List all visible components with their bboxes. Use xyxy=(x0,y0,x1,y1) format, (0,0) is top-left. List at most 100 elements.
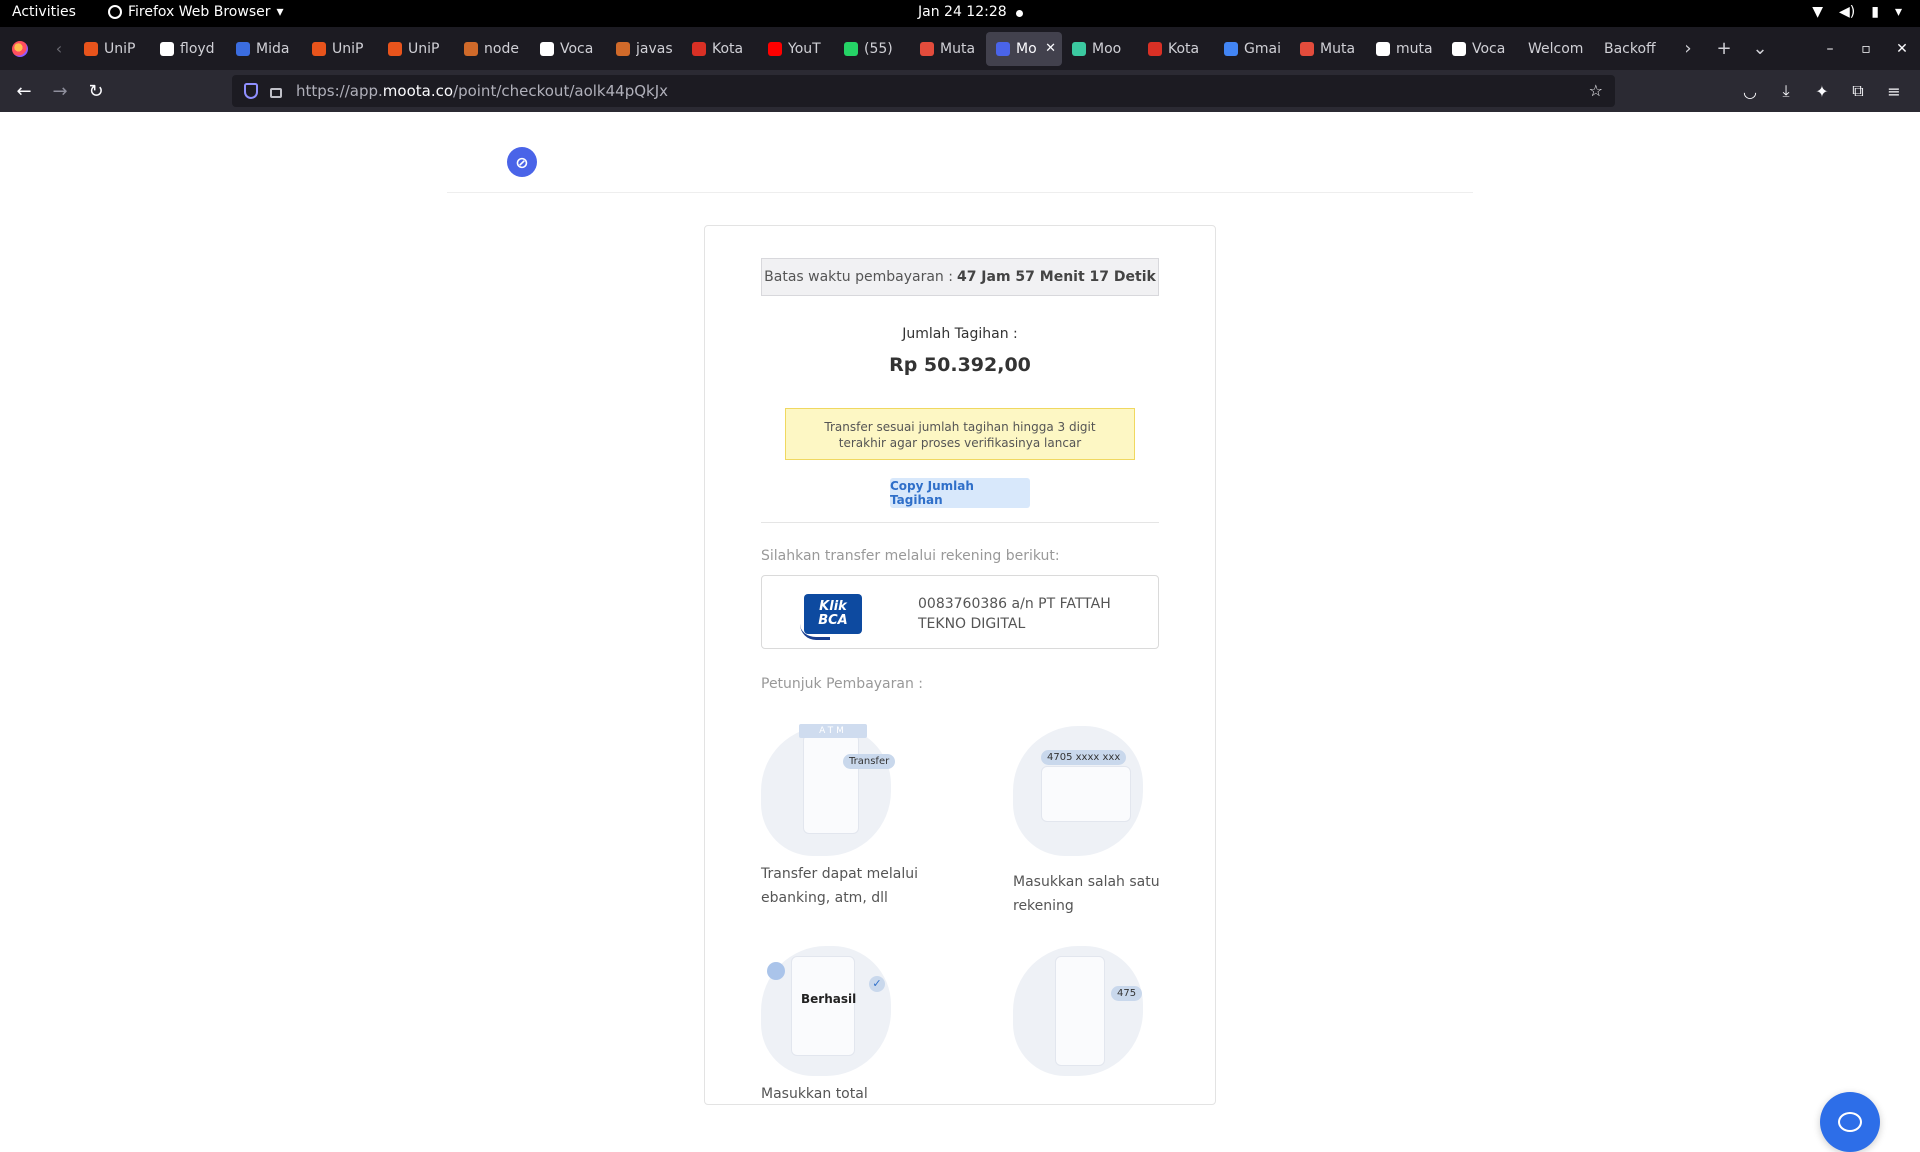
close-window-icon[interactable]: ✕ xyxy=(1884,41,1920,57)
payment-steps-label: Petunjuk Pembayaran : xyxy=(761,676,924,692)
tab-title: Welcom xyxy=(1528,40,1584,57)
tab-favicon-icon xyxy=(1072,41,1086,56)
tab-favicon-icon xyxy=(464,41,478,56)
pocket-icon[interactable]: ◡ xyxy=(1732,82,1768,101)
tab-title: UniP xyxy=(408,40,440,57)
scroll-tabs-right-icon[interactable]: › xyxy=(1670,38,1706,59)
bookmark-star-icon[interactable]: ☆ xyxy=(1589,81,1603,100)
tab-favicon-icon xyxy=(996,41,1010,56)
app-menu[interactable]: Firefox Web Browser ▾ xyxy=(108,4,284,20)
browser-tab[interactable]: Voca xyxy=(1442,32,1518,66)
step-tag: 4705 xxxx xxx xyxy=(1041,750,1127,765)
payment-step-1: ATM Transfer Transfer dapat melalui eban… xyxy=(761,716,921,910)
browser-tab[interactable]: Moo xyxy=(1062,32,1138,66)
tab-title: Kota xyxy=(712,40,744,57)
tab-favicon-icon xyxy=(312,41,326,56)
payment-step-3: Berhasil ✓ Masukkan total xyxy=(761,936,921,1106)
header-divider xyxy=(447,192,1473,193)
payment-step-4: 475 xyxy=(1013,936,1173,1076)
browser-tab[interactable]: Gmai xyxy=(1214,32,1290,66)
step-caption: Masukkan salah satu rekening xyxy=(1013,874,1160,914)
scroll-tabs-left-icon[interactable]: ‹ xyxy=(44,39,74,58)
battery-icon: ▮ xyxy=(1871,4,1879,20)
tab-favicon-icon xyxy=(160,41,174,56)
tracking-protection-icon[interactable] xyxy=(244,83,258,99)
deadline-value: 47 Jam 57 Menit 17 Detik xyxy=(956,269,1156,285)
transfer-instruction-label: Silahkan transfer melalui rekening berik… xyxy=(761,548,1060,564)
tab-title: Voca xyxy=(1472,40,1506,57)
browser-tab[interactable]: Muta xyxy=(1290,32,1366,66)
tab-favicon-icon xyxy=(920,41,934,56)
tab-title: Mo xyxy=(1016,40,1037,57)
tab-title: Muta xyxy=(940,40,976,57)
browser-tab[interactable]: UniP xyxy=(74,32,150,66)
tab-title: node xyxy=(484,40,519,57)
browser-tab[interactable]: node xyxy=(454,32,530,66)
notification-dot-icon xyxy=(1016,10,1023,17)
list-all-tabs-icon[interactable]: ⌄ xyxy=(1742,38,1778,59)
copy-amount-button[interactable]: Copy Jumlah Tagihan xyxy=(890,478,1030,508)
reload-icon[interactable]: ↻ xyxy=(78,81,114,102)
browser-tab[interactable]: YouT xyxy=(758,32,834,66)
tab-favicon-icon xyxy=(1452,41,1466,56)
tab-list: UniP floyd Mida UniP UniP node Voca javas Kota Yo… xyxy=(74,31,1670,66)
klikbca-logo: Klik BCA xyxy=(800,594,862,640)
firefox-icon xyxy=(108,5,122,19)
tab-favicon-icon xyxy=(1376,41,1390,56)
tab-title: UniP xyxy=(104,40,136,57)
browser-tab[interactable]: floyd xyxy=(150,32,226,66)
browser-tab[interactable]: Kota xyxy=(682,32,758,66)
tab-favicon-icon xyxy=(1224,41,1238,56)
toolbar-right: ◡ ⤓ ✦ ⧉ ≡ xyxy=(1732,70,1912,112)
close-tab-icon[interactable]: ✕ xyxy=(1045,41,1056,56)
enter-amount-illustration: 475 xyxy=(1013,936,1153,1076)
step-tag: Transfer xyxy=(843,754,896,769)
atm-banner: ATM xyxy=(799,724,867,738)
back-icon[interactable]: ← xyxy=(6,81,42,102)
forward-icon[interactable]: → xyxy=(42,81,78,102)
app-name: Firefox Web Browser xyxy=(128,4,271,20)
activities-button[interactable]: Activities xyxy=(12,4,76,20)
menu-icon[interactable]: ≡ xyxy=(1876,82,1912,101)
browser-tab[interactable]: Mida xyxy=(226,32,302,66)
tab-title: Kota xyxy=(1168,40,1200,57)
extensions-puzzle-icon[interactable]: ⧉ xyxy=(1840,81,1876,101)
minimize-icon[interactable]: – xyxy=(1812,41,1848,57)
enter-account-illustration: 4705 xxxx xxx xyxy=(1013,716,1153,856)
browser-tab[interactable]: UniP xyxy=(302,32,378,66)
tab-title: muta xyxy=(1396,40,1433,57)
chat-bubble-icon xyxy=(1838,1112,1862,1132)
browser-tab[interactable]: muta xyxy=(1366,32,1442,66)
url-text[interactable]: https://app.moota.co/point/checkout/aolk… xyxy=(296,82,668,100)
firefox-view-icon[interactable] xyxy=(12,40,28,57)
extension-icon[interactable]: ✦ xyxy=(1804,82,1840,101)
new-tab-button[interactable]: + xyxy=(1706,38,1742,59)
checkout-card: Batas waktu pembayaran : 47 Jam 57 Menit… xyxy=(704,225,1216,1105)
system-menu-arrow-icon: ▾ xyxy=(1894,4,1902,20)
browser-tab[interactable]: (55) xyxy=(834,32,910,66)
moota-logo-icon[interactable]: ⊘ xyxy=(507,147,537,177)
tab-favicon-icon xyxy=(768,41,782,56)
browser-tab[interactable]: Voca xyxy=(530,32,606,66)
browser-tab[interactable]: Welcom xyxy=(1518,32,1594,66)
browser-tab[interactable]: Kota xyxy=(1138,32,1214,66)
tab-title: Voca xyxy=(560,40,594,57)
downloads-icon[interactable]: ⤓ xyxy=(1768,81,1804,101)
step-caption: Masukkan total xyxy=(761,1086,868,1102)
amount-value: Rp 50.392,00 xyxy=(889,354,1031,376)
clock[interactable]: Jan 24 12:28 xyxy=(918,4,1007,20)
system-tray[interactable]: ▼ ◀) ▮ ▾ xyxy=(1812,4,1902,20)
atm-transfer-illustration: ATM Transfer xyxy=(761,716,901,856)
browser-tab[interactable]: UniP xyxy=(378,32,454,66)
tab-favicon-icon xyxy=(1300,41,1314,56)
tab-favicon-icon xyxy=(844,41,858,56)
browser-tab[interactable]: Backoff xyxy=(1594,32,1670,66)
browser-tab[interactable]: Muta xyxy=(910,32,986,66)
maximize-icon[interactable]: ▫ xyxy=(1848,41,1884,57)
browser-tab[interactable]: javas xyxy=(606,32,682,66)
url-bar[interactable]: https://app.moota.co/point/checkout/aolk… xyxy=(232,75,1615,107)
lock-icon[interactable] xyxy=(270,88,282,98)
check-icon: ✓ xyxy=(869,976,885,992)
chat-widget-button[interactable] xyxy=(1820,1092,1880,1152)
browser-tab[interactable]: Mo ✕ xyxy=(986,31,1062,66)
